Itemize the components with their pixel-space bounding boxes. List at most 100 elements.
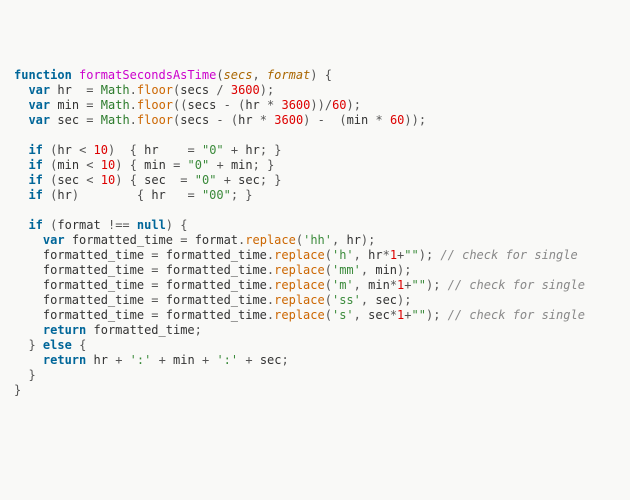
- num: 1: [390, 248, 397, 262]
- str: 'h': [332, 248, 354, 262]
- comment: // check for single: [440, 248, 577, 262]
- id: min: [144, 158, 166, 172]
- met-floor: floor: [137, 113, 173, 127]
- kw-null: null: [137, 218, 166, 232]
- str: "0": [202, 143, 224, 157]
- id: hr: [238, 113, 252, 127]
- comment: // check for single: [448, 278, 585, 292]
- obj-math: Math: [101, 98, 130, 112]
- id: min: [368, 278, 390, 292]
- str: "": [412, 308, 426, 322]
- id: format: [195, 233, 238, 247]
- id: secs: [187, 98, 216, 112]
- id: formatted_time: [166, 248, 267, 262]
- id: sec: [260, 353, 282, 367]
- id: sec: [368, 308, 390, 322]
- id: hr: [346, 233, 360, 247]
- kw-function: function: [14, 68, 72, 82]
- var-sec: sec: [57, 113, 79, 127]
- obj-math: Math: [101, 113, 130, 127]
- var-hr: hr: [57, 83, 71, 97]
- id: formatted_time: [43, 308, 144, 322]
- id: secs: [180, 113, 209, 127]
- kw-var: var: [28, 83, 50, 97]
- kw-return: return: [43, 353, 86, 367]
- id: sec: [238, 173, 260, 187]
- num: 60: [332, 98, 346, 112]
- id: formatted_time: [166, 263, 267, 277]
- str: ':': [216, 353, 238, 367]
- id: format: [57, 218, 100, 232]
- obj-math: Math: [101, 83, 130, 97]
- str: 'm': [332, 278, 354, 292]
- num: 60: [390, 113, 404, 127]
- str: 'hh': [303, 233, 332, 247]
- id: sec: [375, 293, 397, 307]
- met-floor: floor: [137, 98, 173, 112]
- met-replace: replace: [274, 263, 325, 277]
- id: hr: [57, 188, 71, 202]
- str: "": [412, 278, 426, 292]
- id: hr: [94, 353, 108, 367]
- id: hr: [245, 98, 259, 112]
- id: formatted_time: [94, 323, 195, 337]
- id: formatted_time: [166, 308, 267, 322]
- str: 'mm': [332, 263, 361, 277]
- id: formatted_time: [43, 263, 144, 277]
- id: formatted_time: [166, 278, 267, 292]
- str: "0": [195, 173, 217, 187]
- id: formatted_time: [166, 293, 267, 307]
- met-floor: floor: [137, 83, 173, 97]
- num: 3600: [274, 113, 303, 127]
- kw-var: var: [28, 98, 50, 112]
- id: min: [231, 158, 253, 172]
- kw-if: if: [28, 173, 42, 187]
- id: formatted_time: [43, 293, 144, 307]
- id: sec: [57, 173, 79, 187]
- kw-if: if: [28, 218, 42, 232]
- kw-else: else: [43, 338, 72, 352]
- id: secs: [180, 83, 209, 97]
- func-name: formatSecondsAsTime: [79, 68, 216, 82]
- str: ':': [130, 353, 152, 367]
- met-replace: replace: [274, 278, 325, 292]
- str: 's': [332, 308, 354, 322]
- id: hr: [245, 143, 259, 157]
- id: min: [57, 158, 79, 172]
- num: 10: [101, 158, 115, 172]
- var-min: min: [57, 98, 79, 112]
- num: 3600: [231, 83, 260, 97]
- num: 10: [94, 143, 108, 157]
- met-replace: replace: [274, 308, 325, 322]
- str: "00": [202, 188, 231, 202]
- code-block: function formatSecondsAsTime(secs, forma…: [14, 68, 616, 398]
- id: hr: [57, 143, 71, 157]
- num: 10: [101, 173, 115, 187]
- id: hr: [368, 248, 382, 262]
- var-ft: formatted_time: [72, 233, 173, 247]
- comment: // check for single: [448, 308, 585, 322]
- id: min: [375, 263, 397, 277]
- id: min: [173, 353, 195, 367]
- param-secs: secs: [224, 68, 253, 82]
- kw-if: if: [28, 188, 42, 202]
- num: 3600: [281, 98, 310, 112]
- kw-if: if: [28, 158, 42, 172]
- param-format: format: [267, 68, 310, 82]
- id: sec: [144, 173, 166, 187]
- met-replace: replace: [245, 233, 296, 247]
- id: formatted_time: [43, 248, 144, 262]
- str: "": [404, 248, 418, 262]
- kw-return: return: [43, 323, 86, 337]
- kw-var: var: [28, 113, 50, 127]
- id: min: [347, 113, 369, 127]
- id: hr: [151, 188, 165, 202]
- kw-if: if: [28, 143, 42, 157]
- met-replace: replace: [274, 293, 325, 307]
- id: hr: [144, 143, 158, 157]
- str: "0": [188, 158, 210, 172]
- str: 'ss': [332, 293, 361, 307]
- met-replace: replace: [274, 248, 325, 262]
- id: formatted_time: [43, 278, 144, 292]
- kw-var: var: [43, 233, 65, 247]
